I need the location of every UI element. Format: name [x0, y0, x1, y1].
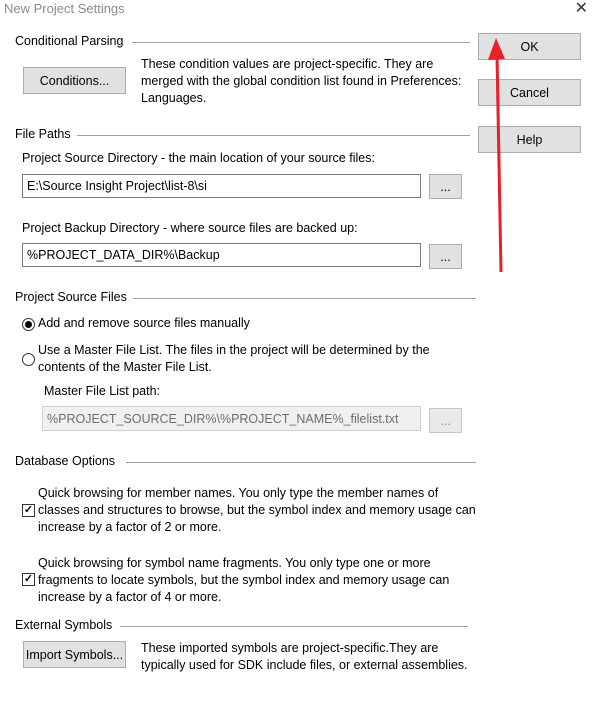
- manual-files-label[interactable]: Add and remove source files manually: [38, 315, 250, 332]
- external-symbols-description: These imported symbols are project-speci…: [141, 641, 468, 672]
- window-title: New Project Settings: [4, 1, 125, 16]
- backup-directory-input[interactable]: %PROJECT_DATA_DIR%\Backup: [22, 243, 421, 267]
- backup-directory-browse-button[interactable]: ...: [429, 244, 462, 269]
- import-symbols-button[interactable]: Import Symbols...: [23, 641, 126, 668]
- backup-directory-label: Project Backup Directory - where source …: [22, 221, 358, 235]
- conditional-parsing-description: These condition values are project-speci…: [141, 57, 462, 105]
- master-file-list-label[interactable]: Use a Master File List. The files in the…: [38, 342, 463, 376]
- file-paths-rule: [76, 135, 470, 136]
- project-source-files-rule: [132, 298, 476, 299]
- database-options-rule: [126, 462, 476, 463]
- master-file-list-browse-button: ...: [429, 408, 462, 433]
- conditions-button[interactable]: Conditions...: [23, 67, 126, 94]
- source-directory-label: Project Source Directory - the main loca…: [22, 151, 375, 165]
- member-names-label[interactable]: Quick browsing for member names. You onl…: [38, 485, 478, 536]
- external-symbols-title: External Symbols: [15, 618, 119, 632]
- external-symbols-rule: [120, 626, 468, 627]
- master-file-list-radio[interactable]: [22, 353, 35, 366]
- database-options-title: Database Options: [15, 454, 122, 468]
- symbol-fragments-checkbox[interactable]: ✓: [22, 573, 35, 586]
- master-file-list-path-label: Master File List path:: [44, 384, 161, 398]
- file-paths-title: File Paths: [15, 127, 77, 141]
- source-directory-input[interactable]: E:\Source Insight Project\list-8\si: [22, 174, 421, 198]
- symbol-fragments-label[interactable]: Quick browsing for symbol name fragments…: [38, 555, 478, 606]
- manual-files-radio[interactable]: [22, 318, 35, 331]
- conditional-parsing-rule: [132, 42, 470, 43]
- close-icon[interactable]: ✕: [575, 0, 588, 19]
- member-names-checkbox[interactable]: ✓: [22, 504, 35, 517]
- annotation-arrow-icon: [488, 38, 505, 273]
- master-file-list-path-input: %PROJECT_SOURCE_DIR%\%PROJECT_NAME%_file…: [42, 406, 421, 431]
- source-directory-browse-button[interactable]: ...: [429, 174, 462, 199]
- project-source-files-title: Project Source Files: [15, 290, 133, 304]
- conditional-parsing-title: Conditional Parsing: [15, 34, 130, 48]
